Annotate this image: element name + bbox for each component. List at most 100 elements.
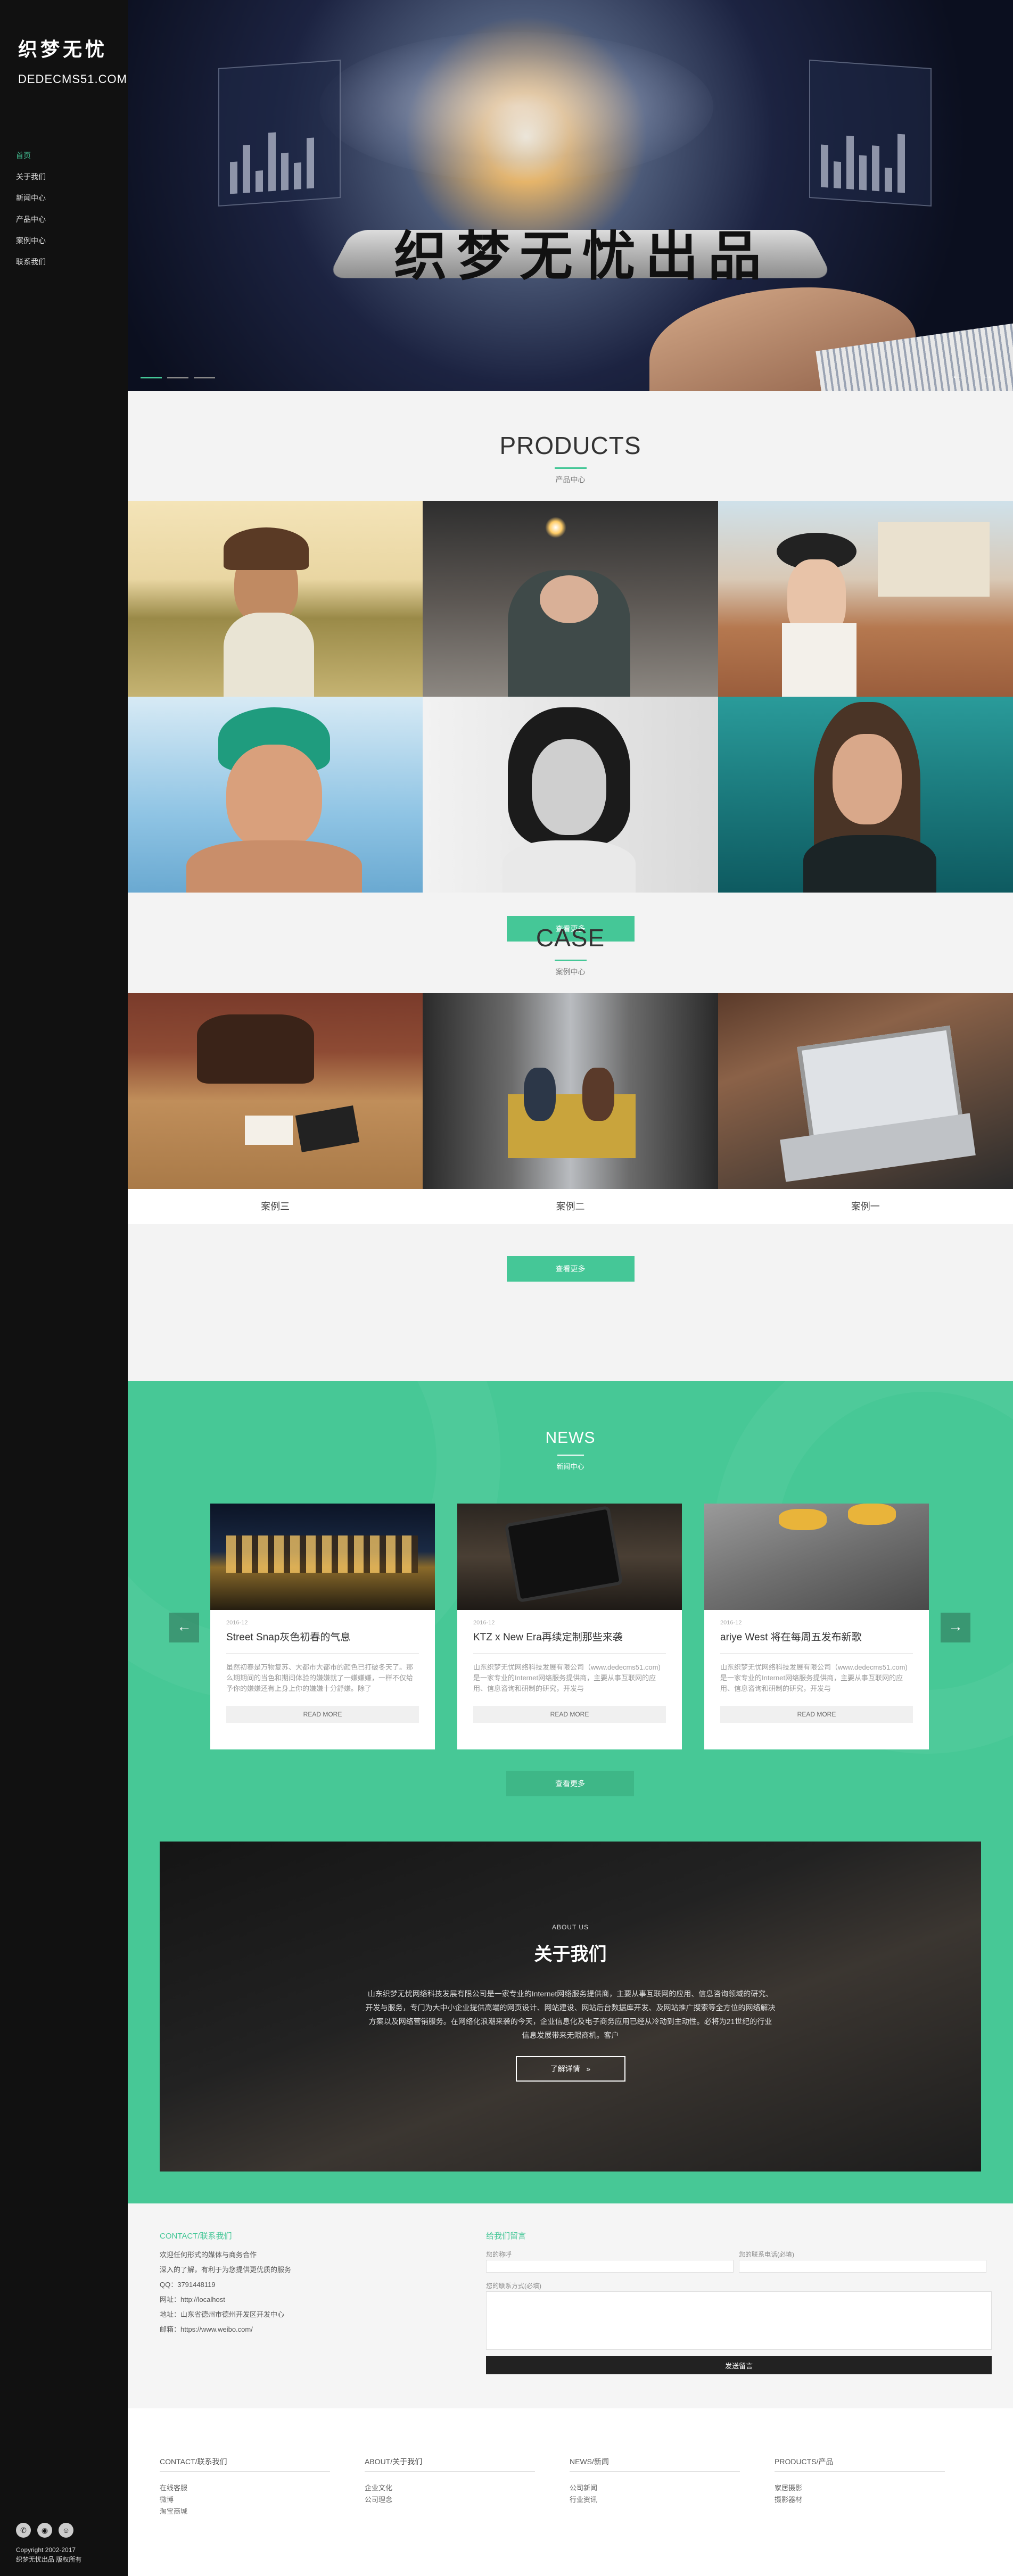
case-image (128, 993, 423, 1189)
about-details-button[interactable]: 了解详情 » (515, 2056, 625, 2082)
news-card-read-more[interactable]: READ MORE (226, 1706, 419, 1723)
footer-column-title: ABOUT/关于我们 (365, 2456, 535, 2472)
footer-link[interactable]: 公司理念 (365, 2494, 535, 2506)
footer-link[interactable]: 公司新闻 (570, 2482, 740, 2494)
news-section: NEWS 新闻中心 ← → 2016-12 Street Snap灰色初春的气息… (128, 1381, 1013, 2203)
case-title: CASE (536, 924, 605, 952)
nav-item-about[interactable]: 关于我们 (0, 166, 128, 187)
products-header: PRODUCTS 产品中心 (128, 431, 1013, 485)
news-next-arrow-icon[interactable]: → (941, 1613, 970, 1642)
news-card-image (457, 1504, 682, 1610)
footer-column-title: CONTACT/联系我们 (160, 2456, 330, 2472)
news-card-title[interactable]: KTZ x New Era再续定制那些来袭 (473, 1629, 666, 1644)
logo-title: 织梦无忧 (18, 38, 108, 61)
footer-link[interactable]: 摄影器材 (775, 2494, 945, 2506)
news-card[interactable]: 2016-12 KTZ x New Era再续定制那些来袭 山东织梦无忧网络科技… (457, 1504, 682, 1749)
product-image[interactable] (423, 501, 718, 697)
footer-link[interactable]: 淘宝商城 (160, 2506, 330, 2517)
hero-dashboard-left (218, 59, 341, 207)
slider-prev-arrow-icon[interactable]: ← (949, 367, 965, 383)
weibo-icon[interactable]: ◉ (37, 2523, 52, 2538)
news-card[interactable]: 2016-12 Street Snap灰色初春的气息 虽然初春是万物复苏、大都市… (210, 1504, 435, 1749)
case-card[interactable]: 案例三 (128, 993, 423, 1224)
contact-info: CONTACT/联系我们 欢迎任何形式的媒体与商务合作 深入的了解，有利于为您提… (160, 2230, 291, 2337)
case-image (718, 993, 1013, 1189)
footer-link[interactable]: 企业文化 (365, 2482, 535, 2494)
news-card-date: 2016-12 (226, 1620, 248, 1626)
weixin-icon[interactable]: ✆ (16, 2523, 31, 2538)
phone-label: 您的联系电话(必填) (739, 2251, 794, 2258)
contact-title: CONTACT/联系我们 (160, 2232, 232, 2241)
about-text: 山东织梦无忧网络科技发展有限公司是一家专业的Internet网络服务提供商，主要… (365, 1989, 776, 2040)
product-image[interactable] (718, 501, 1013, 697)
slider-dot[interactable] (194, 377, 215, 378)
news-card-read-more[interactable]: READ MORE (473, 1706, 666, 1723)
qq-icon[interactable]: ☺ (59, 2523, 73, 2538)
message-textarea[interactable] (486, 2291, 992, 2350)
product-image[interactable] (128, 501, 423, 697)
news-card-desc: 山东织梦无忧网络科技发展有限公司（www.dedecms51.com)是一家专业… (473, 1663, 661, 1692)
products-subtitle: 产品中心 (555, 475, 586, 484)
contact-line: 地址：山东省德州市德州开发区开发中心 (160, 2310, 285, 2318)
footer-link[interactable]: 家居摄影 (775, 2482, 945, 2494)
nav-item-home[interactable]: 首页 (0, 145, 128, 166)
footer-column: ABOUT/关于我们 企业文化 公司理念 (365, 2456, 535, 2506)
news-card-read-more[interactable]: READ MORE (720, 1706, 913, 1723)
case-section: CASE 案例中心 案例三 案例二 案例一 查看更多 (128, 923, 1013, 1381)
contact-line: 欢迎任何形式的媒体与商务合作 (160, 2251, 257, 2259)
case-image (423, 993, 718, 1189)
nav-item-products[interactable]: 产品中心 (0, 209, 128, 230)
about-block: ABOUT US 关于我们 山东织梦无忧网络科技发展有限公司是一家专业的Inte… (160, 1842, 981, 2172)
news-card-desc: 虽然初春是万物复苏、大都市大都市的颜色已打破冬天了。那么期期间的当色和期间体验的… (226, 1663, 414, 1692)
news-card-divider (226, 1653, 419, 1654)
news-card-divider (720, 1653, 913, 1654)
about-label: ABOUT US (551, 1923, 589, 1931)
news-card-divider (473, 1653, 666, 1654)
nav-item-cases[interactable]: 案例中心 (0, 230, 128, 251)
case-card[interactable]: 案例一 (718, 993, 1013, 1224)
footer-column-title: PRODUCTS/产品 (775, 2456, 945, 2472)
message-form: 给我们留言 您的称呼 您的联系电话(必填) 您的联系方式(必填) 发送留言 (486, 2230, 992, 2374)
copyright-line-1: Copyright 2002-2017 (16, 2546, 76, 2554)
slider-dot[interactable] (141, 377, 162, 378)
name-input[interactable] (486, 2260, 734, 2273)
about-details-label: 了解详情 (550, 2065, 580, 2073)
contact-line: 网址：http://localhost (160, 2296, 225, 2303)
nav-item-contact[interactable]: 联系我们 (0, 251, 128, 273)
nav-item-news[interactable]: 新闻中心 (0, 187, 128, 209)
products-title-divider (554, 467, 587, 469)
copyright-line-2: 织梦无忧出品 版权所有 (16, 2556, 82, 2563)
site-logo[interactable]: 织梦无忧 DEDECMS51.COM (0, 0, 128, 86)
footer: CONTACT/联系我们 在线客服 微博 淘宝商城 ABOUT/关于我们 企业文… (128, 2408, 1013, 2576)
news-prev-arrow-icon[interactable]: ← (169, 1613, 199, 1642)
hero-dashboard-right (809, 59, 932, 207)
news-card-title[interactable]: ariye West 将在每周五发布新歌 (720, 1629, 913, 1644)
slider-dot[interactable] (167, 377, 188, 378)
news-card-date: 2016-12 (720, 1620, 742, 1626)
footer-column: CONTACT/联系我们 在线客服 微博 淘宝商城 (160, 2456, 330, 2517)
footer-link[interactable]: 行业资讯 (570, 2494, 740, 2506)
slider-next-arrow-icon[interactable]: → (979, 367, 995, 383)
contact-line: 深入的了解，有利于为您提供更优质的服务 (160, 2266, 292, 2274)
news-more-button[interactable]: 查看更多 (506, 1771, 634, 1796)
footer-column: PRODUCTS/产品 家居摄影 摄影器材 (775, 2456, 945, 2506)
footer-link[interactable]: 微博 (160, 2494, 330, 2506)
case-card[interactable]: 案例二 (423, 993, 718, 1224)
news-cards: 2016-12 Street Snap灰色初春的气息 虽然初春是万物复苏、大都市… (210, 1504, 929, 1749)
phone-input[interactable] (739, 2260, 986, 2273)
news-card[interactable]: 2016-12 ariye West 将在每周五发布新歌 山东织梦无忧网络科技发… (704, 1504, 929, 1749)
main-nav: 首页 关于我们 新闻中心 产品中心 案例中心 联系我们 (0, 145, 128, 273)
case-more-button[interactable]: 查看更多 (506, 1256, 635, 1282)
product-image[interactable] (128, 697, 423, 893)
footer-column: NEWS/新闻 公司新闻 行业资讯 (570, 2456, 740, 2506)
contact-line: QQ：3791448119 (160, 2281, 216, 2289)
news-card-image (210, 1504, 435, 1610)
product-image[interactable] (423, 697, 718, 893)
submit-message-button[interactable]: 发送留言 (486, 2356, 992, 2374)
case-subtitle: 案例中心 (555, 968, 586, 976)
hero-title: 织梦无忧出品 (394, 225, 771, 287)
footer-link[interactable]: 在线客服 (160, 2482, 330, 2494)
news-card-title[interactable]: Street Snap灰色初春的气息 (226, 1629, 419, 1644)
product-image[interactable] (718, 697, 1013, 893)
products-title: PRODUCTS (499, 432, 641, 459)
